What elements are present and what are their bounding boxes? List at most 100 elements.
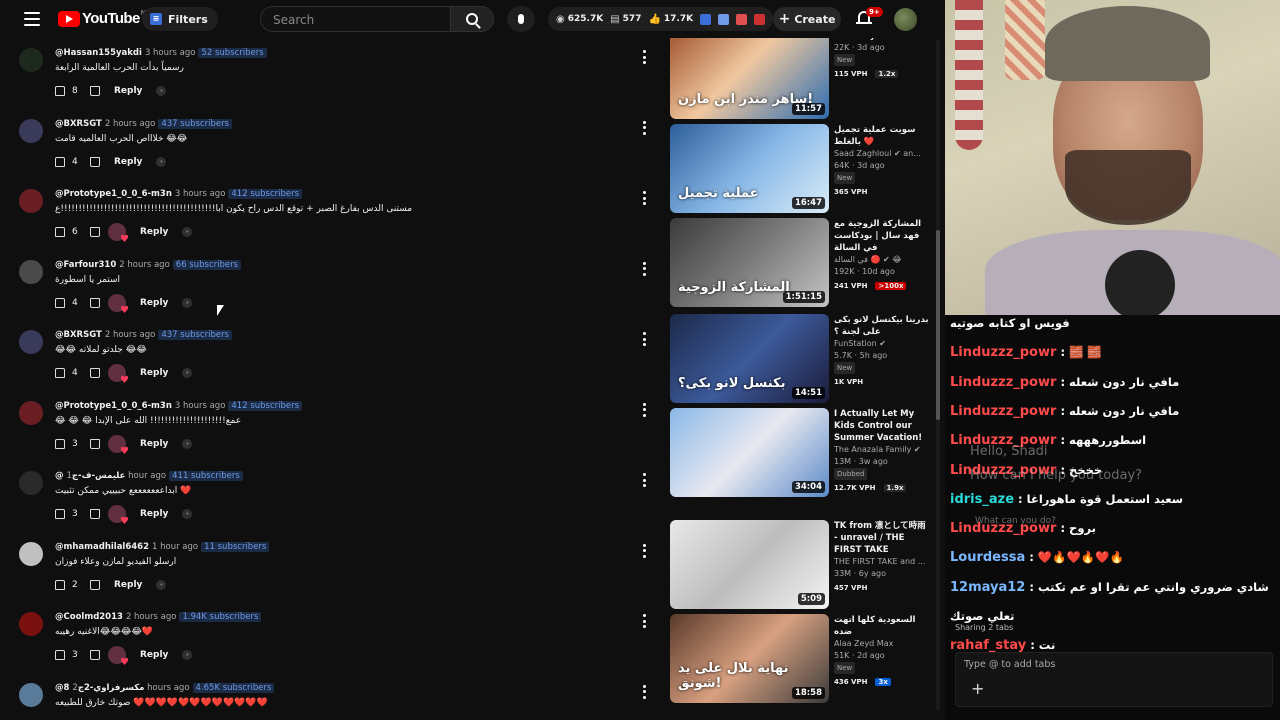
stats-extension[interactable]: ◉ 625.7K ▤ 577 👍 17.7K bbox=[548, 7, 774, 31]
reply-button[interactable]: Reply bbox=[140, 298, 168, 308]
comment-author[interactable]: @Coolmd2013 bbox=[55, 612, 123, 622]
more-options-icon[interactable] bbox=[642, 332, 646, 346]
like-icon[interactable] bbox=[55, 297, 65, 308]
extension-icon[interactable] bbox=[754, 13, 766, 25]
dislike-icon[interactable] bbox=[90, 509, 100, 519]
quick-action-icon[interactable]: • bbox=[156, 156, 167, 167]
like-icon[interactable] bbox=[55, 156, 65, 167]
comment-author[interactable]: @mhamadhilal6462 bbox=[55, 542, 149, 552]
video-thumbnail[interactable]: بكنسل لانو بكى؟ 14:51 bbox=[670, 314, 829, 403]
video-thumbnail[interactable]: عملية تجميل 16:47 bbox=[670, 124, 829, 213]
reply-button[interactable]: Reply bbox=[140, 509, 168, 519]
commenter-avatar[interactable] bbox=[19, 259, 43, 284]
channel-name[interactable]: FunStation ✔ bbox=[834, 338, 930, 350]
quick-action-icon[interactable]: • bbox=[182, 227, 193, 237]
create-button[interactable]: + Create bbox=[773, 7, 841, 31]
comment-author[interactable]: @مكسرفراوي-2ج8 bbox=[55, 683, 144, 693]
comment-time[interactable]: 2 hours ago bbox=[126, 612, 177, 622]
reply-button[interactable]: Reply bbox=[114, 580, 142, 590]
commenter-avatar[interactable] bbox=[19, 189, 43, 213]
reply-button[interactable]: Reply bbox=[140, 368, 168, 378]
reply-button[interactable]: Reply bbox=[140, 650, 168, 660]
like-icon[interactable] bbox=[55, 86, 65, 96]
related-video[interactable]: نهاية بلال على يد شونق! 18:58 السعودية كله… bbox=[670, 614, 940, 706]
comment-time[interactable]: 3 hours ago bbox=[175, 189, 226, 199]
like-icon[interactable] bbox=[55, 509, 65, 519]
comment-time[interactable]: 2 hours ago bbox=[105, 330, 156, 340]
more-options-icon[interactable] bbox=[642, 191, 646, 205]
comment-time[interactable]: 3 hours ago bbox=[145, 48, 196, 58]
video-thumbnail[interactable]: 34:04 bbox=[670, 408, 829, 497]
extension-icon[interactable] bbox=[736, 13, 748, 25]
comment-author[interactable]: @Farfour310 bbox=[55, 260, 116, 270]
dislike-icon[interactable] bbox=[90, 86, 100, 96]
dislike-icon[interactable] bbox=[90, 368, 100, 378]
video-thumbnail[interactable]: المشاركة الزوجية 1:51:15 bbox=[670, 218, 829, 307]
comment-time[interactable]: 1 hour ago bbox=[152, 542, 198, 552]
more-options-icon[interactable] bbox=[642, 543, 646, 558]
comment-author[interactable]: @Prototype1_0_0_6-m3n bbox=[55, 401, 172, 411]
commenter-avatar[interactable] bbox=[19, 612, 43, 636]
chat-username[interactable]: Linduzzz_powr bbox=[950, 404, 1056, 419]
reply-button[interactable]: Reply bbox=[140, 227, 168, 237]
comment-time[interactable]: 3 hours ago bbox=[175, 401, 226, 411]
more-options-icon[interactable] bbox=[642, 402, 646, 417]
quick-action-icon[interactable]: • bbox=[182, 650, 193, 660]
quick-action-icon[interactable]: • bbox=[156, 86, 167, 96]
comment-author[interactable]: @عليمس-ف-ج bbox=[55, 471, 125, 481]
chat-username[interactable]: Linduzzz_powr bbox=[950, 375, 1056, 390]
quick-action-icon[interactable]: • bbox=[156, 579, 167, 590]
chat-username[interactable]: Lourdessa bbox=[950, 550, 1025, 565]
voice-search-button[interactable] bbox=[507, 6, 535, 32]
video-title[interactable]: بدرينا بيكنسل لانو بكى على لجنة ؟ bbox=[834, 314, 930, 338]
page-scrollbar[interactable] bbox=[936, 40, 940, 710]
commenter-avatar[interactable] bbox=[19, 330, 43, 354]
more-options-icon[interactable] bbox=[642, 261, 646, 276]
extension-icon[interactable] bbox=[700, 13, 712, 25]
video-title[interactable]: المشاركة الزوجية مع فهد سال | بودكاست في… bbox=[834, 218, 930, 254]
dislike-icon[interactable] bbox=[90, 227, 100, 237]
video-title[interactable]: TK from 凛として時雨 - unravel / THE FIRST TAK… bbox=[834, 520, 930, 556]
commenter-avatar[interactable] bbox=[19, 541, 43, 566]
quick-action-icon[interactable]: • bbox=[182, 509, 193, 519]
comment-author[interactable]: @Hassan155yakdi bbox=[55, 48, 142, 58]
quick-action-icon[interactable]: • bbox=[182, 438, 193, 449]
commenter-avatar[interactable] bbox=[19, 118, 43, 143]
more-options-icon[interactable] bbox=[642, 614, 646, 628]
related-video[interactable]: 5:09 TK from 凛として時雨 - unravel / THE FIRST… bbox=[670, 520, 940, 612]
video-title[interactable]: I Actually Let My Kids Control our Summe… bbox=[834, 408, 930, 444]
commenter-avatar[interactable] bbox=[19, 48, 43, 72]
add-icon[interactable]: + bbox=[971, 679, 984, 698]
reply-button[interactable]: Reply bbox=[140, 439, 168, 449]
like-icon[interactable] bbox=[55, 438, 65, 449]
video-thumbnail[interactable]: نهاية بلال على يد شونق! 18:58 bbox=[670, 614, 829, 703]
like-icon[interactable] bbox=[55, 650, 65, 660]
channel-name[interactable]: Alaa Zeyd Max bbox=[834, 638, 930, 650]
dislike-icon[interactable] bbox=[90, 438, 100, 449]
comment-author[interactable]: @BXRSGT bbox=[55, 119, 102, 129]
more-options-icon[interactable] bbox=[642, 50, 646, 64]
assistant-input[interactable]: Type @ to add tabs + bbox=[955, 652, 1273, 707]
video-thumbnail[interactable]: 5:09 bbox=[670, 520, 829, 609]
channel-name[interactable]: THE FIRST TAKE and ... bbox=[834, 556, 930, 568]
chat-username[interactable]: 12maya12 bbox=[950, 580, 1025, 595]
account-avatar[interactable] bbox=[894, 8, 917, 31]
more-options-icon[interactable] bbox=[642, 684, 646, 699]
more-options-icon[interactable] bbox=[642, 120, 646, 135]
video-thumbnail[interactable]: ساهر مندر ابن مازن! 11:57 bbox=[670, 38, 829, 119]
comment-time[interactable]: 2 hours ago bbox=[119, 260, 170, 270]
comment-author[interactable]: @BXRSGT bbox=[55, 330, 102, 340]
related-video[interactable]: المشاركة الزوجية 1:51:15 المشاركة الزوجية … bbox=[670, 218, 940, 310]
chat-username[interactable]: idris_aze bbox=[950, 492, 1014, 507]
search-button[interactable] bbox=[450, 6, 494, 32]
youtube-logo[interactable]: YouTube NL bbox=[58, 9, 150, 27]
commenter-avatar[interactable] bbox=[19, 682, 43, 707]
related-video[interactable]: بكنسل لانو بكى؟ 14:51 بدرينا بيكنسل لانو ب… bbox=[670, 314, 940, 406]
video-title[interactable]: السعودية كلها اتهت ضده bbox=[834, 614, 930, 638]
comment-time[interactable]: 2 hours ago bbox=[105, 119, 156, 129]
menu-icon[interactable] bbox=[24, 12, 40, 26]
related-video[interactable]: 34:04 I Actually Let My Kids Control our … bbox=[670, 408, 940, 500]
quick-action-icon[interactable]: • bbox=[182, 368, 193, 378]
reply-button[interactable]: Reply bbox=[114, 86, 142, 96]
extension-icon[interactable] bbox=[718, 13, 730, 25]
